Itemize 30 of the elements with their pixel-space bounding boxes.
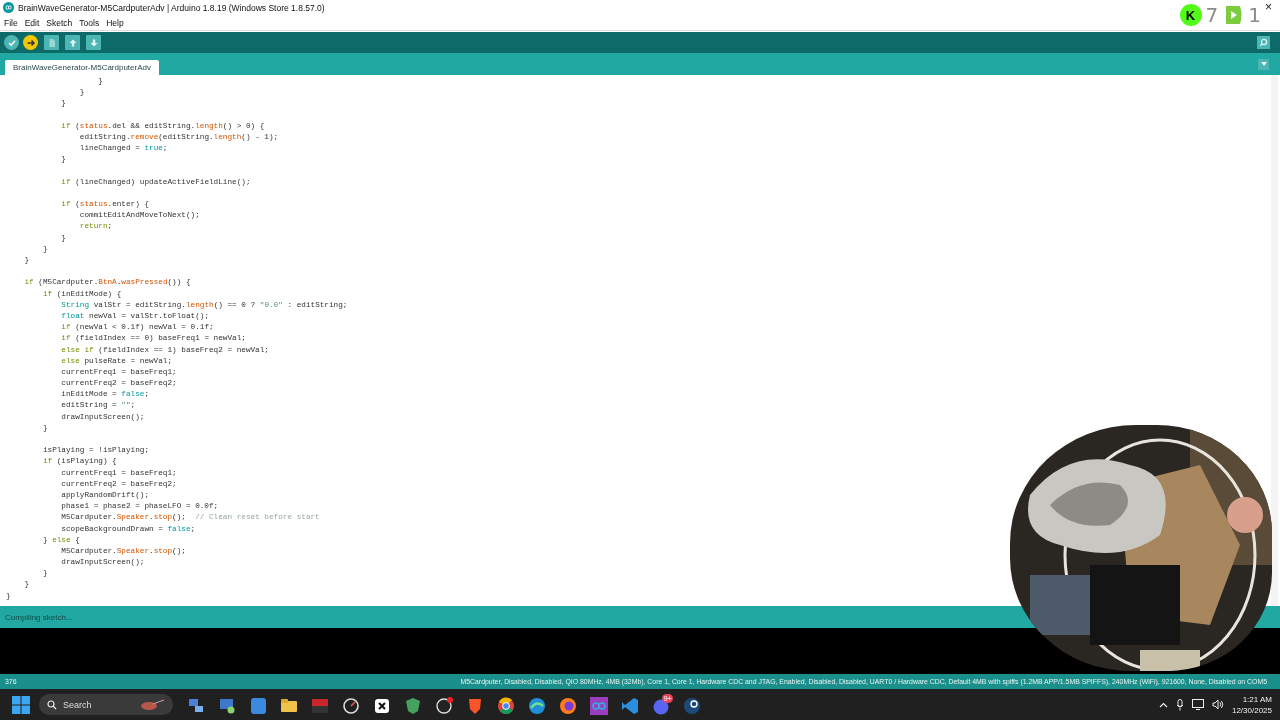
menu-item[interactable]: Sketch bbox=[46, 17, 73, 28]
clock-date[interactable]: 12/30/2025 bbox=[1231, 704, 1272, 716]
monitor-icon[interactable] bbox=[1191, 699, 1204, 710]
menu-item[interactable]: Help bbox=[106, 17, 124, 28]
windows-logo-icon[interactable] bbox=[12, 695, 30, 714]
close-button[interactable]: × bbox=[1265, 0, 1272, 14]
overlay-count: 1 bbox=[1248, 3, 1261, 27]
overlay-count: 7 bbox=[1205, 3, 1219, 27]
scrollbar[interactable] bbox=[1271, 75, 1278, 606]
check-icon bbox=[6, 37, 17, 48]
menu-item[interactable]: Edit bbox=[24, 17, 40, 28]
search-field[interactable]: Search bbox=[39, 694, 173, 715]
menu-item[interactable]: Tools bbox=[79, 17, 100, 28]
caret-icon bbox=[1260, 62, 1267, 66]
arrow-icon bbox=[25, 37, 36, 48]
tab-menu-button[interactable] bbox=[1258, 58, 1269, 70]
menu-item[interactable]: File bbox=[4, 17, 18, 28]
microphone-icon[interactable] bbox=[1175, 698, 1184, 711]
up-arrow-icon bbox=[67, 37, 78, 48]
window-title: BrainWaveGenerator-M5CardputerAdv | Arduino 1.8.19 (Windows Store 1.8.57.0) bbox=[18, 2, 325, 13]
search-icon bbox=[47, 699, 57, 710]
speaker-icon[interactable] bbox=[1211, 699, 1224, 710]
down-arrow-icon bbox=[88, 37, 99, 48]
file-tab[interactable]: BrainWaveGenerator-M5CardputerAdv bbox=[5, 60, 159, 75]
status-message: Compiling sketch... bbox=[5, 612, 73, 622]
search-icon bbox=[1259, 38, 1268, 47]
upload-button[interactable] bbox=[23, 35, 38, 50]
chevron-up-icon[interactable] bbox=[1158, 701, 1168, 708]
clock-time[interactable]: 1:21 AM bbox=[1242, 693, 1272, 705]
verify-button[interactable] bbox=[4, 35, 19, 50]
